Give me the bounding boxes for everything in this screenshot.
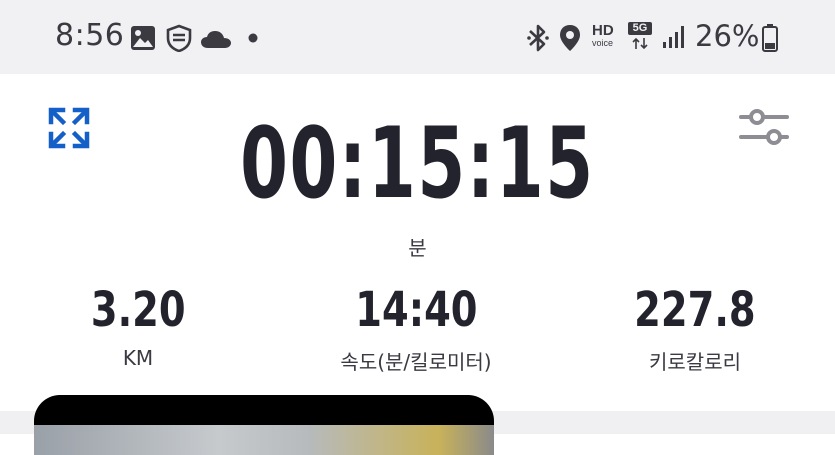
signal-icon: [663, 26, 684, 48]
map-preview: [34, 425, 494, 455]
pace-stat: 14:40 속도(분/킬로미터): [286, 282, 546, 375]
hd-label: HD: [592, 22, 614, 39]
distance-value: 3.20: [90, 282, 186, 338]
pace-value: 14:40: [354, 282, 478, 338]
voice-label: voice: [592, 38, 614, 48]
data-arrows-icon: [632, 37, 648, 50]
cloud-icon: [201, 31, 231, 48]
elapsed-timer: 00:15:15: [240, 107, 595, 221]
battery-icon: [762, 24, 778, 52]
battery-percent: 26%: [695, 19, 760, 53]
status-time: 8:56: [55, 18, 125, 53]
calories-value: 227.8: [634, 282, 756, 338]
pace-label: 속도(분/킬로미터): [340, 350, 492, 374]
gallery-icon: [131, 26, 155, 50]
bluetooth-icon: [527, 24, 549, 52]
5g-icon: 5G: [628, 22, 654, 50]
map-card[interactable]: [34, 395, 494, 455]
expand-button[interactable]: [47, 106, 91, 150]
distance-label: KM: [122, 346, 154, 370]
sliders-icon: [739, 109, 789, 145]
status-bar: 8:56 HD voice 5G 26%: [0, 0, 835, 74]
hd-voice-icon: HD voice: [592, 22, 620, 50]
timer-unit-label: 분: [408, 236, 427, 260]
expand-icon: [48, 107, 90, 149]
dot-icon: [248, 33, 258, 43]
app-shield-icon: [166, 24, 192, 52]
calories-label: 키로칼로리: [649, 350, 741, 374]
settings-button[interactable]: [738, 108, 792, 148]
calories-stat: 227.8 키로칼로리: [565, 282, 825, 375]
network-label: 5G: [628, 22, 652, 35]
location-icon: [560, 25, 580, 51]
distance-stat: 3.20 KM: [8, 282, 268, 370]
